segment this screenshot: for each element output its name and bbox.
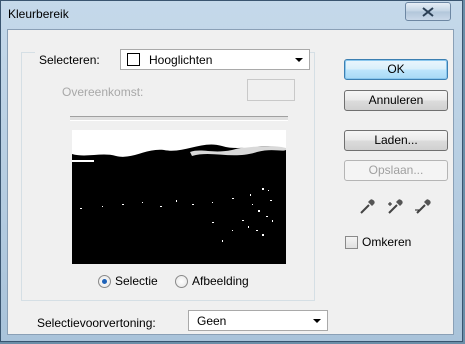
preview-mask-graphic [72, 130, 286, 264]
chevron-down-icon [313, 319, 321, 323]
radio-selectie[interactable] [98, 275, 111, 288]
ok-button[interactable]: OK [344, 59, 448, 80]
cancel-button[interactable]: Annuleren [344, 90, 448, 111]
chevron-down-icon [295, 58, 303, 62]
select-dropdown[interactable]: Hooglichten [120, 49, 310, 70]
invert-checkbox[interactable] [345, 236, 358, 249]
invert-label: Omkeren [362, 235, 412, 249]
eyedropper-icon[interactable] [358, 198, 376, 216]
close-icon [422, 7, 434, 17]
window-title: Kleurbereik [8, 7, 69, 21]
tolerance-input[interactable] [247, 79, 295, 101]
radio-afbeelding-label: Afbeelding [192, 274, 249, 288]
select-dropdown-value: Hooglichten [149, 53, 213, 67]
selection-preview-label: Selectievoorvertoning: [37, 316, 156, 330]
selection-preview-dropdown[interactable]: Geen [188, 310, 328, 331]
select-label: Selecteren: [39, 53, 100, 67]
tolerance-slider[interactable] [70, 116, 288, 121]
color-swatch-icon [127, 53, 140, 66]
selection-preview-value: Geen [197, 314, 227, 328]
radio-selectie-label: Selectie [115, 274, 158, 288]
selection-preview-image [72, 130, 286, 264]
load-button[interactable]: Laden... [344, 130, 448, 151]
save-button[interactable]: Opslaan... [344, 160, 448, 181]
eyedropper-subtract-icon[interactable] [414, 198, 432, 216]
radio-afbeelding[interactable] [175, 275, 188, 288]
eyedropper-add-icon[interactable] [386, 198, 404, 216]
close-button[interactable] [405, 2, 451, 21]
tolerance-label: Overeenkomst: [62, 85, 144, 99]
